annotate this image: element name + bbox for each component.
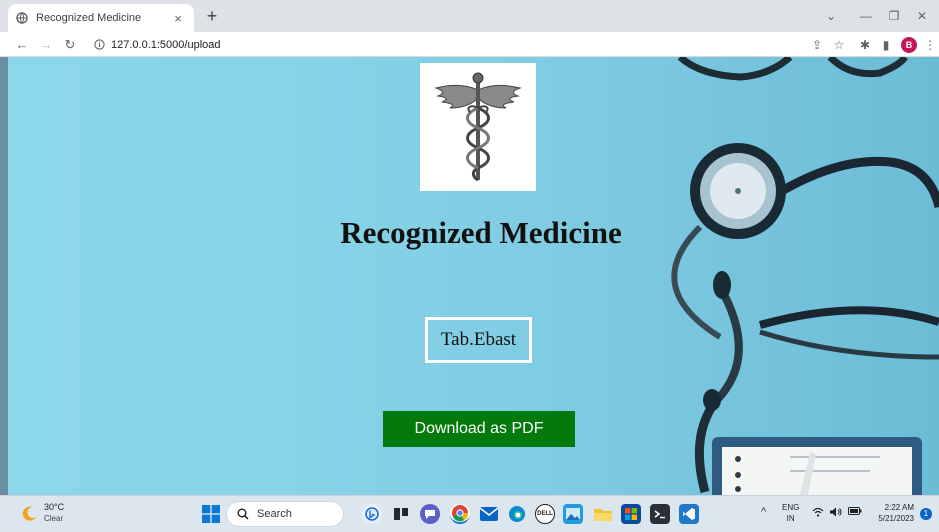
terminal-icon[interactable] xyxy=(650,504,670,524)
tab-close-icon[interactable]: × xyxy=(170,11,186,26)
desktop-screen: Recognized Medicine × + ⌄ — ❐ ✕ ← → ↻ 12… xyxy=(0,0,939,532)
vscode-icon[interactable] xyxy=(679,504,699,524)
close-window-button[interactable]: ✕ xyxy=(908,6,936,26)
battery-icon[interactable] xyxy=(848,507,862,518)
tab-title: Recognized Medicine xyxy=(36,12,142,24)
share-icon[interactable]: ⇪ xyxy=(807,35,827,55)
moon-weather-icon xyxy=(22,505,38,521)
chrome-icon[interactable] xyxy=(450,504,470,524)
globe-icon xyxy=(16,12,28,24)
forward-arrow-icon[interactable]: → xyxy=(36,35,56,55)
taskbar-search-input[interactable]: Search xyxy=(226,501,344,527)
store-icon[interactable] xyxy=(621,504,641,524)
weather-widget[interactable]: 30°C Clear xyxy=(22,502,64,524)
weather-condition: Clear xyxy=(44,514,64,523)
edge-icon[interactable] xyxy=(507,504,527,524)
chevron-up-icon[interactable]: ^ xyxy=(761,506,766,518)
wifi-icon[interactable] xyxy=(812,507,824,520)
side-panel-icon[interactable]: ▮ xyxy=(876,35,896,55)
page-viewport: Recognized Medicine Tab.Ebast Download a… xyxy=(0,57,939,495)
back-arrow-icon[interactable]: ← xyxy=(12,35,32,55)
windows-start-icon[interactable] xyxy=(202,505,220,523)
browser-toolbar: ← → ↻ 127.0.0.1:5000/upload ⇪ ☆ ✱ ▮ B ⋮ xyxy=(0,32,939,57)
address-bar[interactable]: 127.0.0.1:5000/upload xyxy=(86,35,836,54)
extensions-puzzle-icon[interactable]: ✱ xyxy=(855,35,875,55)
system-clock[interactable]: 2:22 AM 5/21/2023 xyxy=(868,502,914,524)
volume-icon[interactable] xyxy=(829,507,843,520)
windows-taskbar: 30°C Clear Search DELL ^ ENG IN 2:22 AM … xyxy=(0,495,939,532)
tab-search-icon[interactable]: ⌄ xyxy=(817,6,845,26)
mail-icon[interactable] xyxy=(479,504,499,524)
dell-icon[interactable]: DELL xyxy=(535,504,555,524)
photos-icon[interactable] xyxy=(563,504,583,524)
profile-avatar[interactable]: B xyxy=(901,37,917,53)
region-code: IN xyxy=(786,514,795,523)
left-edge-bar xyxy=(0,57,8,495)
task-view-icon[interactable] xyxy=(391,504,411,524)
search-icon xyxy=(237,508,249,520)
recognized-medicine-name: Tab.Ebast xyxy=(425,317,532,363)
bookmark-star-icon[interactable]: ☆ xyxy=(829,35,849,55)
browser-tab-active[interactable]: Recognized Medicine × xyxy=(8,4,194,32)
caduceus-logo xyxy=(420,63,536,191)
file-explorer-icon[interactable] xyxy=(593,504,613,524)
url-text: 127.0.0.1:5000/upload xyxy=(111,38,221,51)
search-label: Search xyxy=(257,508,292,520)
language-code: ENG xyxy=(782,503,800,512)
clock-time: 2:22 AM xyxy=(884,503,914,512)
minimize-button[interactable]: — xyxy=(852,6,880,26)
bing-chat-icon[interactable] xyxy=(362,504,382,524)
restore-button[interactable]: ❐ xyxy=(880,6,908,26)
clock-date: 5/21/2023 xyxy=(878,514,914,523)
teams-chat-icon[interactable] xyxy=(420,504,440,524)
more-menu-icon[interactable]: ⋮ xyxy=(920,35,939,55)
weather-temperature: 30°C xyxy=(44,502,65,512)
language-indicator[interactable]: ENG IN xyxy=(782,502,799,524)
site-info-icon[interactable] xyxy=(94,39,105,50)
caduceus-icon xyxy=(434,72,522,182)
reload-icon[interactable]: ↻ xyxy=(60,35,80,55)
page-title: Recognized Medicine xyxy=(340,215,622,250)
notification-badge[interactable]: 1 xyxy=(920,508,932,520)
download-pdf-button[interactable]: Download as PDF xyxy=(383,411,575,447)
new-tab-button[interactable]: + xyxy=(201,6,223,28)
browser-tab-strip: Recognized Medicine × + ⌄ — ❐ ✕ xyxy=(0,0,939,32)
